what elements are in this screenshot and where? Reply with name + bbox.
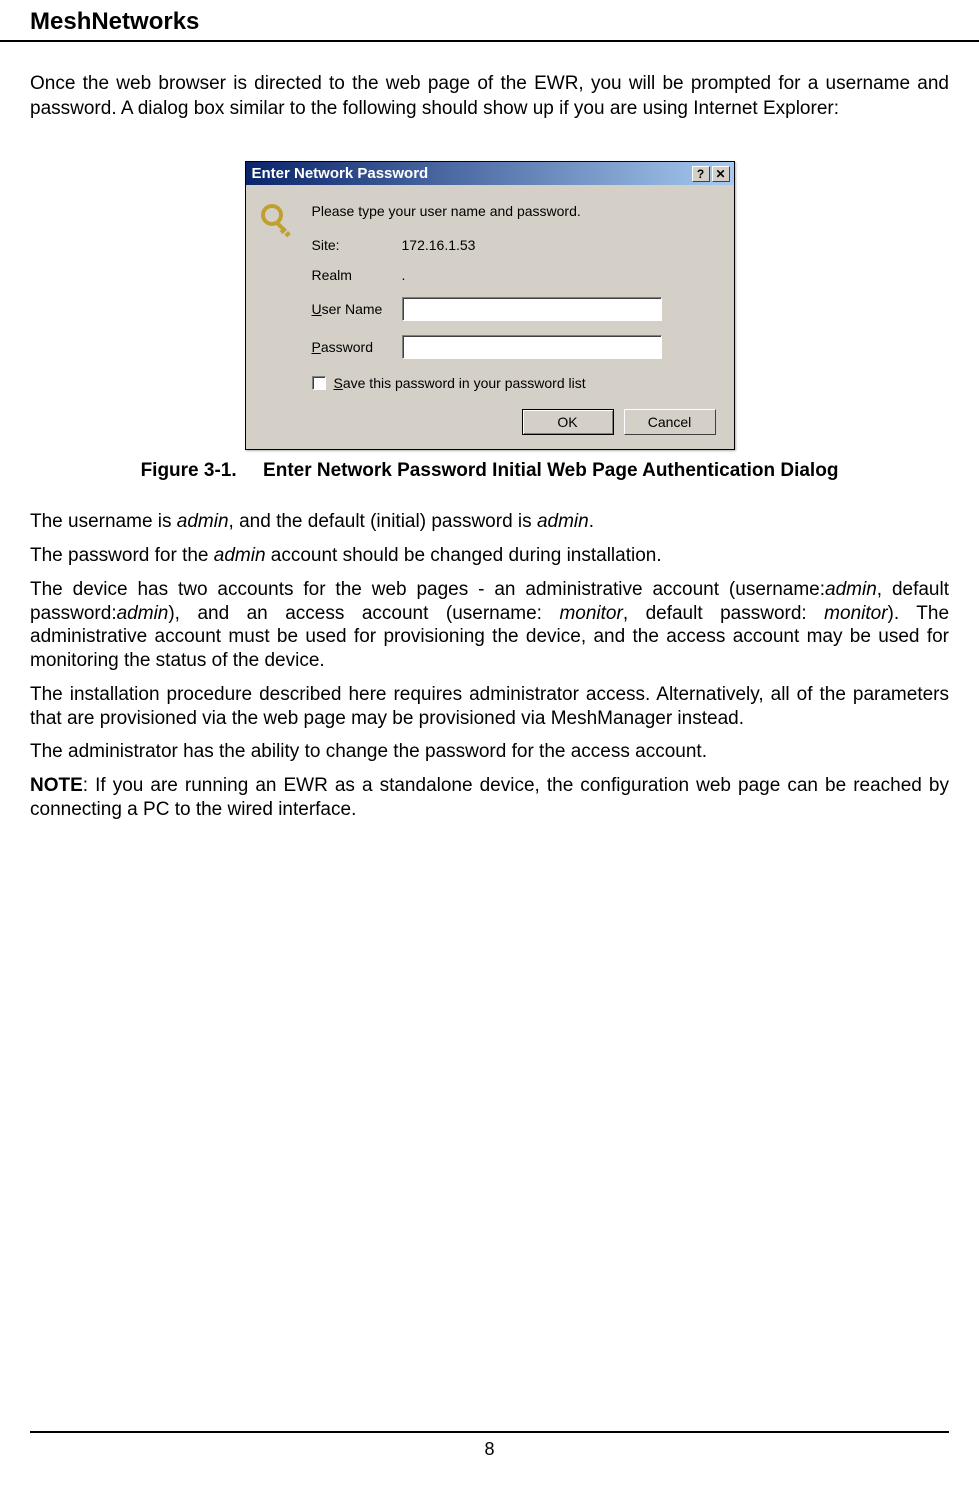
password-input[interactable]	[402, 335, 662, 359]
dialog-form: Please type your user name and password.…	[312, 203, 720, 435]
titlebar-buttons: ? ✕	[692, 166, 730, 182]
help-button[interactable]: ?	[692, 166, 710, 182]
dialog-button-row: OK Cancel	[312, 409, 720, 435]
username-row: User Name	[312, 297, 720, 321]
dialog-title: Enter Network Password	[252, 165, 692, 182]
password-dialog: Enter Network Password ? ✕	[245, 161, 735, 450]
header-title: MeshNetworks	[30, 8, 199, 35]
realm-label: Realm	[312, 267, 402, 283]
paragraph-2: The password for the admin account shoul…	[30, 544, 949, 568]
close-button[interactable]: ✕	[712, 166, 730, 182]
save-password-checkbox[interactable]	[312, 376, 326, 390]
username-input[interactable]	[402, 297, 662, 321]
dialog-figure: Enter Network Password ? ✕	[30, 161, 949, 450]
realm-value: .	[402, 267, 406, 283]
figure-number: Figure 3-1.	[141, 460, 237, 481]
site-label: Site:	[312, 237, 402, 253]
intro-paragraph: Once the web browser is directed to the …	[30, 72, 949, 121]
help-icon: ?	[697, 168, 704, 180]
dialog-instruction: Please type your user name and password.	[312, 203, 720, 219]
save-password-row: Save this password in your password list	[312, 375, 720, 391]
password-label: Password	[312, 339, 402, 355]
close-icon: ✕	[715, 168, 725, 180]
dialog-titlebar: Enter Network Password ? ✕	[246, 162, 734, 185]
content-area: Once the web browser is directed to the …	[0, 72, 979, 822]
figure-caption-text: Enter Network Password Initial Web Page …	[263, 460, 838, 481]
cancel-button[interactable]: Cancel	[624, 409, 716, 435]
paragraph-1: The username is admin, and the default (…	[30, 510, 949, 534]
username-label: User Name	[312, 301, 402, 317]
paragraph-3: The device has two accounts for the web …	[30, 578, 949, 673]
dialog-icon-column	[260, 203, 300, 435]
site-row: Site: 172.16.1.53	[312, 237, 720, 253]
site-value: 172.16.1.53	[402, 237, 476, 253]
paragraph-4: The installation procedure described her…	[30, 683, 949, 731]
dialog-body: Please type your user name and password.…	[246, 185, 734, 449]
key-icon	[260, 203, 296, 239]
page-header: MeshNetworks	[0, 0, 979, 42]
page-number: 8	[484, 1439, 494, 1459]
paragraph-6: NOTE: If you are running an EWR as a sta…	[30, 774, 949, 822]
figure-caption: Figure 3-1. Enter Network Password Initi…	[30, 460, 949, 482]
password-row: Password	[312, 335, 720, 359]
realm-row: Realm .	[312, 267, 720, 283]
page-footer: 8	[30, 1431, 949, 1460]
paragraph-5: The administrator has the ability to cha…	[30, 740, 949, 764]
ok-button[interactable]: OK	[522, 409, 614, 435]
save-password-label: Save this password in your password list	[334, 375, 586, 391]
